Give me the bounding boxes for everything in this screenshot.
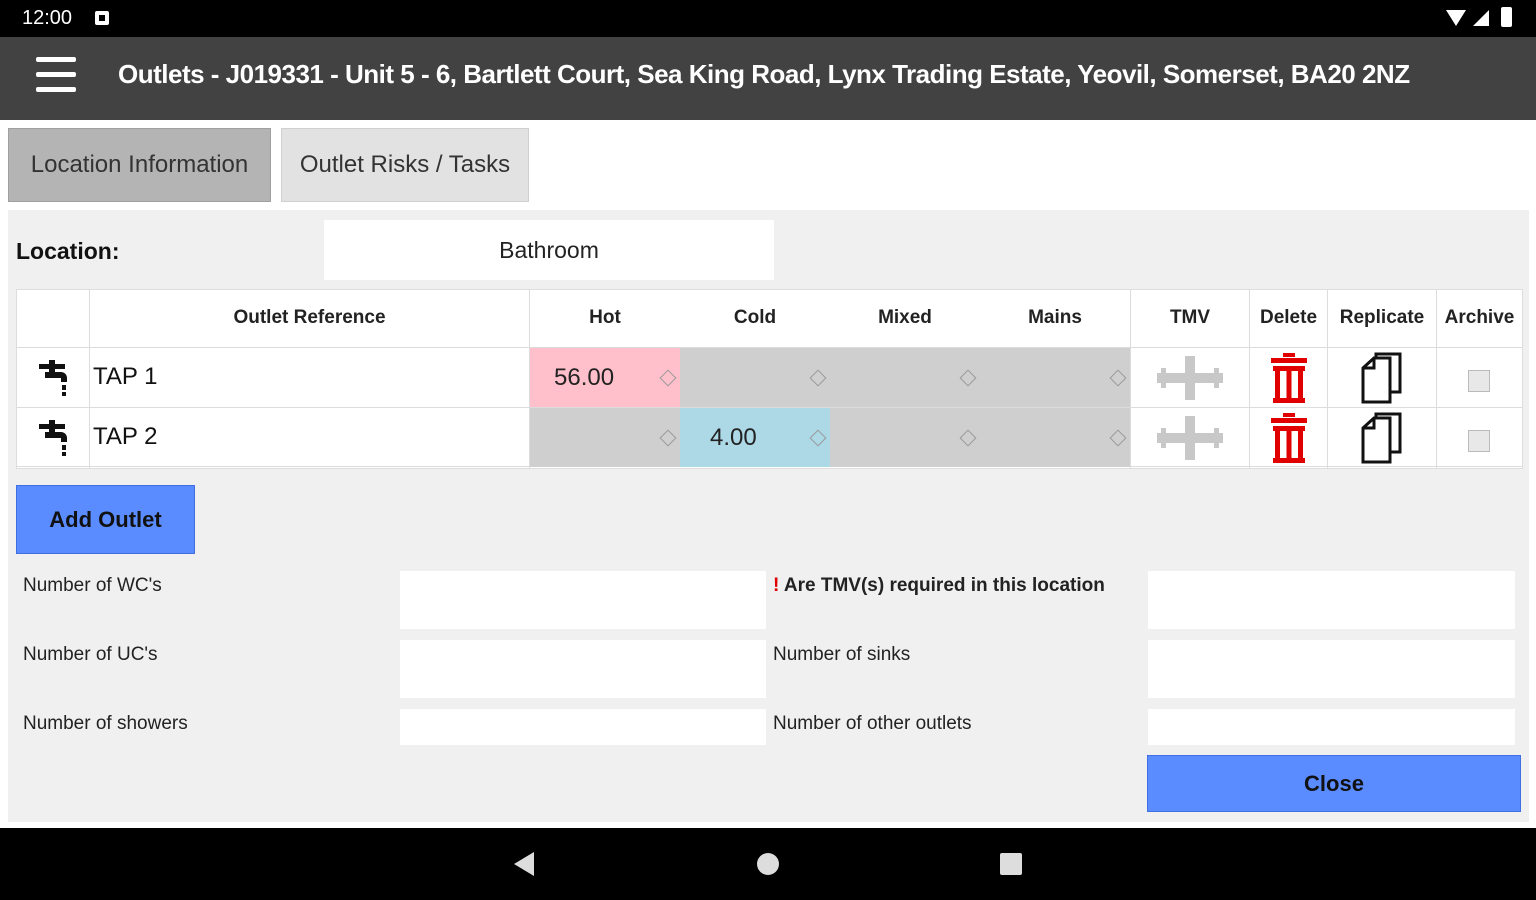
location-field[interactable]: Bathroom [324, 220, 774, 280]
required-marker: ! [773, 575, 780, 596]
archive-checkbox[interactable] [1468, 430, 1490, 452]
tap-icon [17, 348, 89, 407]
header-outlet-reference: Outlet Reference [233, 307, 386, 328]
back-icon[interactable] [514, 852, 534, 876]
spinner-icon[interactable] [809, 369, 827, 386]
other-outlets-label: Number of other outlets [773, 713, 972, 734]
wcs-input[interactable] [400, 571, 766, 629]
header-mixed: Mixed [878, 307, 932, 328]
mixed-temp-input[interactable] [830, 348, 980, 407]
spinner-icon[interactable] [659, 429, 677, 446]
recent-apps-icon[interactable] [1000, 853, 1022, 875]
status-time: 12:00 [22, 7, 73, 29]
mains-temp-input[interactable] [980, 408, 1130, 467]
hot-temp-input[interactable]: 56.00 [530, 348, 680, 407]
tmv-valve-icon[interactable] [1131, 408, 1249, 467]
tmv-valve-icon[interactable] [1131, 348, 1249, 407]
signal-icon [1473, 10, 1489, 26]
battery-icon [1501, 7, 1512, 27]
tab-outlet-risks-tasks[interactable]: Outlet Risks / Tasks [281, 128, 529, 202]
archive-checkbox[interactable] [1468, 370, 1490, 392]
header-cold: Cold [733, 307, 777, 328]
spinner-icon[interactable] [809, 429, 827, 446]
location-label: Location: [16, 238, 120, 264]
cold-temp-input[interactable]: 4.00 [680, 408, 830, 467]
ucs-label: Number of UC's [23, 644, 158, 665]
wifi-icon [1446, 10, 1466, 26]
header-replicate: Replicate [1339, 307, 1425, 328]
header-archive: Archive [1444, 307, 1515, 328]
close-button[interactable]: Close [1147, 755, 1521, 812]
home-icon[interactable] [757, 853, 779, 875]
outlet-reference-input[interactable]: TAP 2 [90, 408, 528, 466]
header-hot: Hot [589, 307, 621, 328]
cold-temp-input[interactable] [680, 348, 830, 407]
sinks-label: Number of sinks [773, 644, 911, 665]
ucs-input[interactable] [400, 640, 766, 698]
hamburger-menu-icon[interactable] [36, 57, 76, 97]
outlet-reference-input[interactable]: TAP 1 [90, 348, 528, 406]
other-outlets-input[interactable] [1148, 709, 1515, 745]
replicate-copy-icon[interactable] [1328, 348, 1436, 407]
replicate-copy-icon[interactable] [1328, 408, 1436, 467]
page-title: Outlets - J019331 - Unit 5 - 6, Bartlett… [118, 59, 1410, 89]
header-mains: Mains [1028, 307, 1082, 328]
tap-icon [17, 408, 89, 467]
showers-input[interactable] [400, 709, 766, 745]
delete-trash-icon[interactable] [1250, 408, 1327, 467]
status-bar: 12:00 [0, 0, 1536, 37]
tmv-required-input[interactable] [1148, 571, 1515, 629]
wcs-label: Number of WC's [23, 575, 162, 596]
mixed-temp-input[interactable] [830, 408, 980, 467]
delete-trash-icon[interactable] [1250, 348, 1327, 407]
add-outlet-button[interactable]: Add Outlet [16, 485, 195, 554]
spinner-icon[interactable] [959, 429, 977, 446]
header-tmv: TMV [1169, 307, 1211, 328]
sinks-input[interactable] [1148, 640, 1515, 698]
tmv-required-label: ! Are TMV(s) required in this location [773, 575, 1105, 596]
notification-icon [95, 11, 109, 25]
showers-label: Number of showers [23, 713, 188, 734]
header-delete: Delete [1259, 307, 1318, 328]
spinner-icon[interactable] [1109, 429, 1127, 446]
hot-temp-input[interactable] [530, 408, 680, 467]
spinner-icon[interactable] [1109, 369, 1127, 386]
mains-temp-input[interactable] [980, 348, 1130, 407]
spinner-icon[interactable] [659, 369, 677, 386]
tab-location-information[interactable]: Location Information [8, 128, 271, 202]
app-bar: Outlets - J019331 - Unit 5 - 6, Bartlett… [0, 37, 1536, 120]
spinner-icon[interactable] [959, 369, 977, 386]
